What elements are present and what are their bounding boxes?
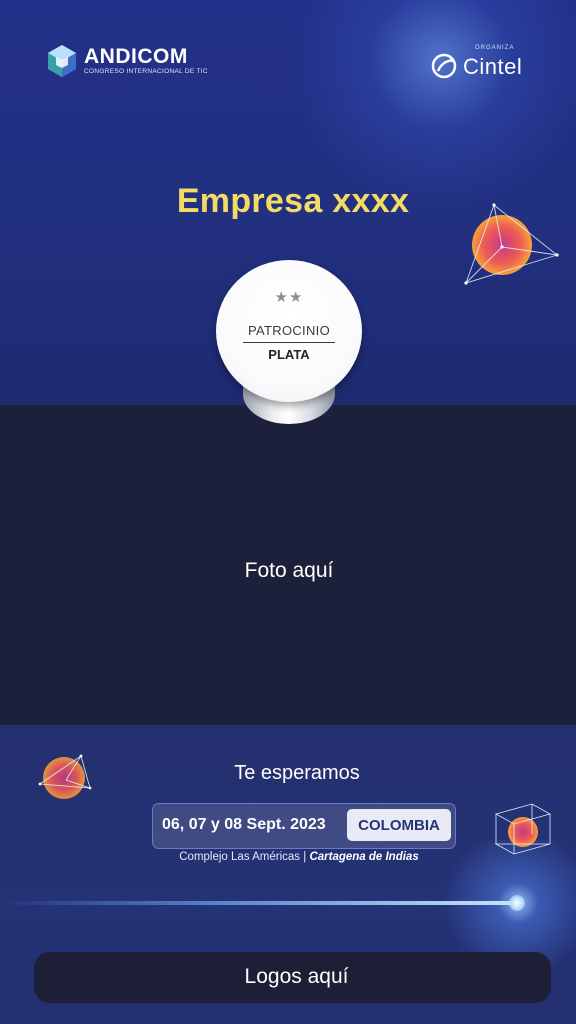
gradient-polyhedron-icon xyxy=(494,803,552,855)
badge-category: PATROCINIO xyxy=(248,323,330,338)
venue-name: Complejo Las Américas | xyxy=(179,851,310,863)
event-dates: 06, 07 y 08 Sept. 2023 xyxy=(162,816,326,833)
event-venue: Complejo Las Américas | Cartagena de Ind… xyxy=(0,851,576,863)
event-tagline: Te esperamos xyxy=(234,762,360,784)
cintel-logo-icon xyxy=(431,53,457,79)
venue-city: Cartagena de Indias xyxy=(309,851,419,863)
cintel-organiza-label: ORGANIZA xyxy=(475,45,515,51)
cintel-name: Cintel xyxy=(463,54,523,79)
logos-placeholder: Logos aquí xyxy=(244,965,349,988)
andicom-name: ANDICOM xyxy=(84,45,188,68)
andicom-cube-icon xyxy=(48,45,76,77)
country-label: COLOMBIA xyxy=(358,817,440,834)
sponsor-card: ANDICOM CONGRESO INTERNACIONAL DE TIC OR… xyxy=(0,0,576,1024)
country-badge: COLOMBIA xyxy=(347,809,451,841)
photo-placeholder: Foto aquí xyxy=(244,559,334,582)
light-beam-dot xyxy=(509,895,525,911)
event-date-box: 06, 07 y 08 Sept. 2023 COLOMBIA xyxy=(152,803,456,849)
gradient-polyhedron-icon xyxy=(464,203,559,285)
logos-bar: Logos aquí xyxy=(34,952,551,1003)
andicom-subtitle: CONGRESO INTERNACIONAL DE TIC xyxy=(84,68,208,75)
badge-divider xyxy=(243,342,335,343)
cintel-logo: ORGANIZA Cintel xyxy=(430,45,540,83)
star-icon: ★★ xyxy=(274,288,304,306)
light-beam xyxy=(0,901,520,905)
andicom-logo: ANDICOM CONGRESO INTERNACIONAL DE TIC xyxy=(46,43,208,79)
badge-level: PLATA xyxy=(268,347,310,362)
sponsor-badge: ★★ PATROCINIO PLATA xyxy=(216,260,362,426)
badge-face: ★★ PATROCINIO PLATA xyxy=(216,260,362,402)
